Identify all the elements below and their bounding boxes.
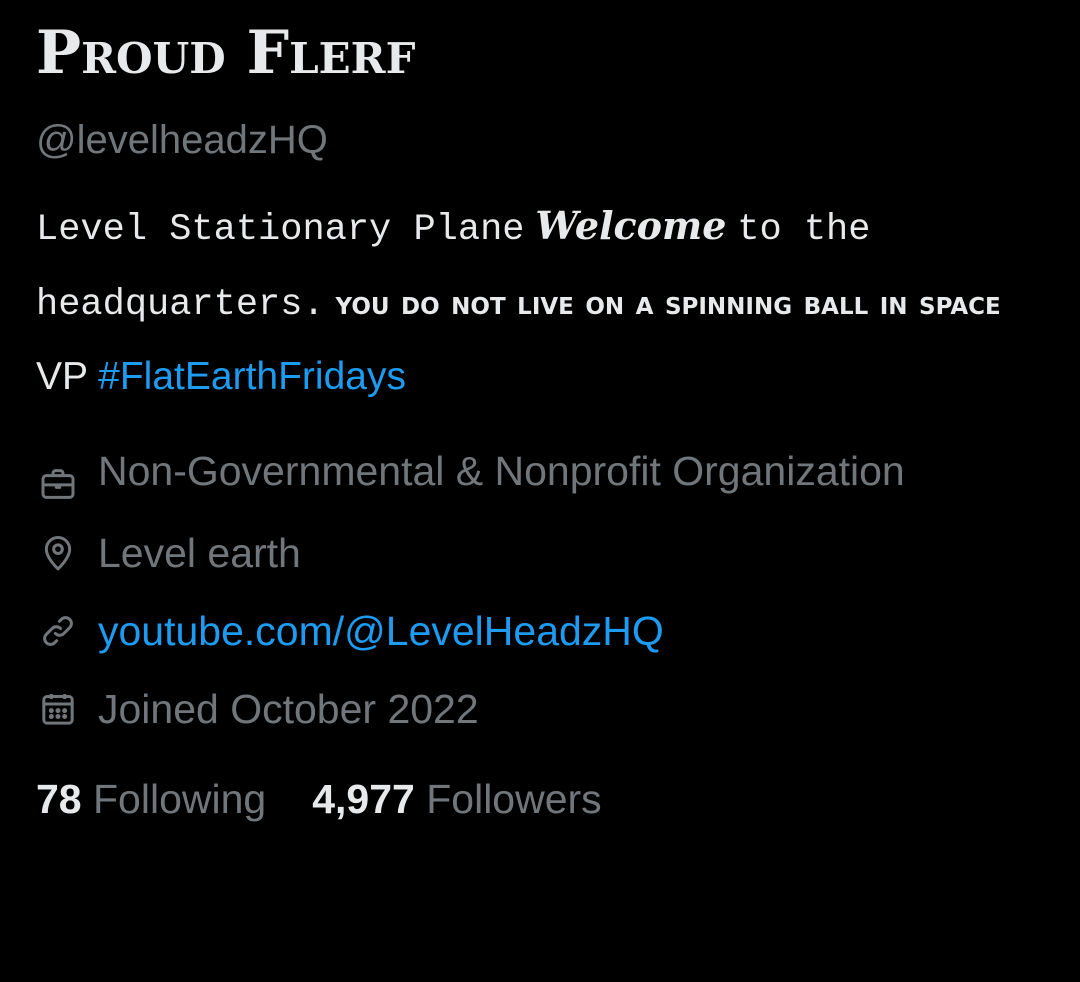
followers-count: 4,977 bbox=[312, 776, 415, 822]
followers-link[interactable]: 4,977 Followers bbox=[312, 774, 601, 824]
display-name[interactable]: Proud Flerf bbox=[36, 22, 1046, 84]
calendar-icon bbox=[36, 687, 80, 731]
link-icon bbox=[36, 609, 80, 653]
following-link[interactable]: 78 Following bbox=[36, 774, 266, 824]
location-pin-icon bbox=[36, 531, 80, 575]
bio-text-vp: VP bbox=[36, 355, 88, 398]
followers-label: Followers bbox=[426, 776, 602, 822]
location-text: Level earth bbox=[98, 530, 301, 576]
bio-hashtag-link[interactable]: #FlatEarthFridays bbox=[98, 355, 406, 398]
profile-meta: Non-Governmental & Nonprofit Organizatio… bbox=[36, 448, 1046, 740]
bio-text-mono: Level Stationary Plane bbox=[36, 209, 525, 251]
website-link[interactable]: youtube.com/@LevelHeadzHQ bbox=[98, 600, 664, 662]
following-label: Following bbox=[93, 776, 267, 822]
follow-stats: 78 Following 4,977 Followers bbox=[36, 774, 1046, 824]
profile-bio: Level Stationary Plane Welcome to the he… bbox=[36, 190, 1046, 412]
profile-website: youtube.com/@LevelHeadzHQ bbox=[36, 600, 1046, 662]
user-handle: @levelheadzHQ bbox=[36, 118, 328, 162]
joined-text: Joined October 2022 bbox=[98, 686, 479, 732]
following-count: 78 bbox=[36, 776, 82, 822]
profile-joined-date: Joined October 2022 bbox=[36, 678, 1046, 740]
bio-text-italic: Welcome bbox=[535, 203, 727, 248]
profile-location: Level earth bbox=[36, 522, 1046, 584]
category-text: Non-Governmental & Nonprofit Organizatio… bbox=[98, 448, 905, 494]
profile-header: Proud Flerf @levelheadzHQ Level Stationa… bbox=[36, 0, 1046, 824]
briefcase-icon bbox=[36, 462, 80, 506]
profile-category: Non-Governmental & Nonprofit Organizatio… bbox=[36, 448, 1046, 506]
bio-text-smallcaps: YOU DO NOT LIVE ON A SPINNING BALL IN SP… bbox=[335, 283, 1001, 322]
